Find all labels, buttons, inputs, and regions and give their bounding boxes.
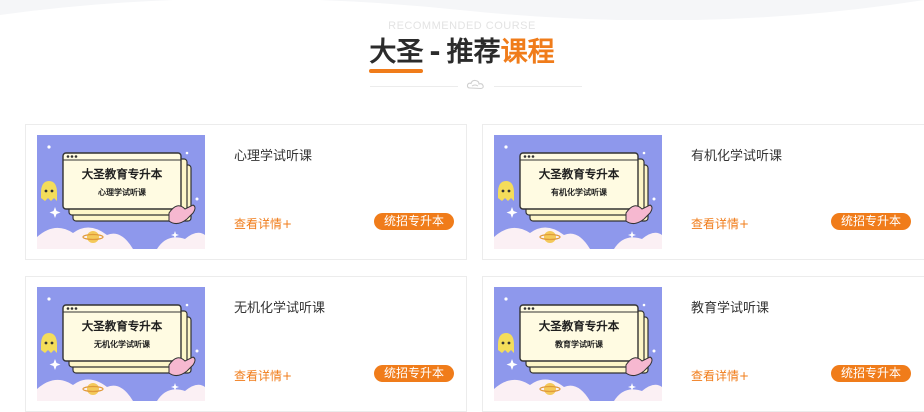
view-details-link[interactable]: 查看详情+ (234, 367, 292, 384)
view-details-link[interactable]: 查看详情+ (234, 215, 292, 232)
title-accent: 课程 (500, 37, 555, 68)
course-card[interactable]: 大圣教育专升本 心理学试听课 心理学试听课 查看详情+ 统招专升本 (25, 124, 467, 260)
thumb-subject: 无机化学试听课 (93, 339, 151, 349)
course-title[interactable]: 心理学试听课 (234, 145, 312, 164)
cloud-emblem-icon (466, 79, 484, 90)
course-card[interactable]: 大圣教育专升本 无机化学试听课 无机化学试听课 查看详情+ 统招专升本 (25, 276, 467, 412)
thumb-heading: 大圣教育专升本 (539, 319, 620, 333)
course-thumbnail[interactable]: 大圣教育专升本 有机化学试听课 (494, 135, 662, 249)
title-main: 推荐 (446, 37, 501, 68)
thumb-subject: 心理学试听课 (98, 187, 147, 197)
title-underline (369, 69, 424, 73)
course-tag-button[interactable]: 统招专升本 (374, 365, 455, 382)
thumb-subject: 教育学试听课 (554, 339, 604, 349)
view-details-link[interactable]: 查看详情+ (691, 367, 749, 384)
course-thumbnail[interactable]: 大圣教育专升本 心理学试听课 (37, 135, 205, 249)
title-divider (370, 78, 582, 92)
course-card[interactable]: 大圣教育专升本 教育学试听课 教育学试听课 查看详情+ 统招专升本 (482, 276, 924, 412)
title-brand: 大圣 (369, 36, 424, 73)
course-tag-button[interactable]: 统招专升本 (831, 365, 912, 382)
course-title[interactable]: 有机化学试听课 (691, 145, 782, 164)
view-details-link[interactable]: 查看详情+ (691, 215, 749, 232)
divider-line-left (370, 86, 458, 87)
course-thumbnail[interactable]: 大圣教育专升本 教育学试听课 (494, 287, 662, 401)
course-title[interactable]: 教育学试听课 (691, 297, 769, 316)
section-header: RECOMMENDED COURSE 大圣 - 推荐课程 (0, 0, 924, 100)
course-thumbnail[interactable]: 大圣教育专升本 无机化学试听课 (37, 287, 205, 401)
course-title[interactable]: 无机化学试听课 (234, 297, 325, 316)
course-tag-button[interactable]: 统招专升本 (374, 213, 455, 230)
title-separator: - (429, 37, 441, 68)
course-tag-button[interactable]: 统招专升本 (831, 213, 912, 230)
thumb-heading: 大圣教育专升本 (82, 167, 163, 181)
section-title: 大圣 - 推荐课程 (0, 36, 924, 73)
section-subtitle: RECOMMENDED COURSE (388, 20, 536, 32)
thumb-subject: 有机化学试听课 (551, 187, 608, 197)
divider-line-right (494, 86, 582, 87)
thumb-heading: 大圣教育专升本 (82, 319, 163, 333)
course-card[interactable]: 大圣教育专升本 有机化学试听课 有机化学试听课 查看详情+ 统招专升本 (482, 124, 924, 260)
thumb-heading: 大圣教育专升本 (539, 167, 620, 181)
